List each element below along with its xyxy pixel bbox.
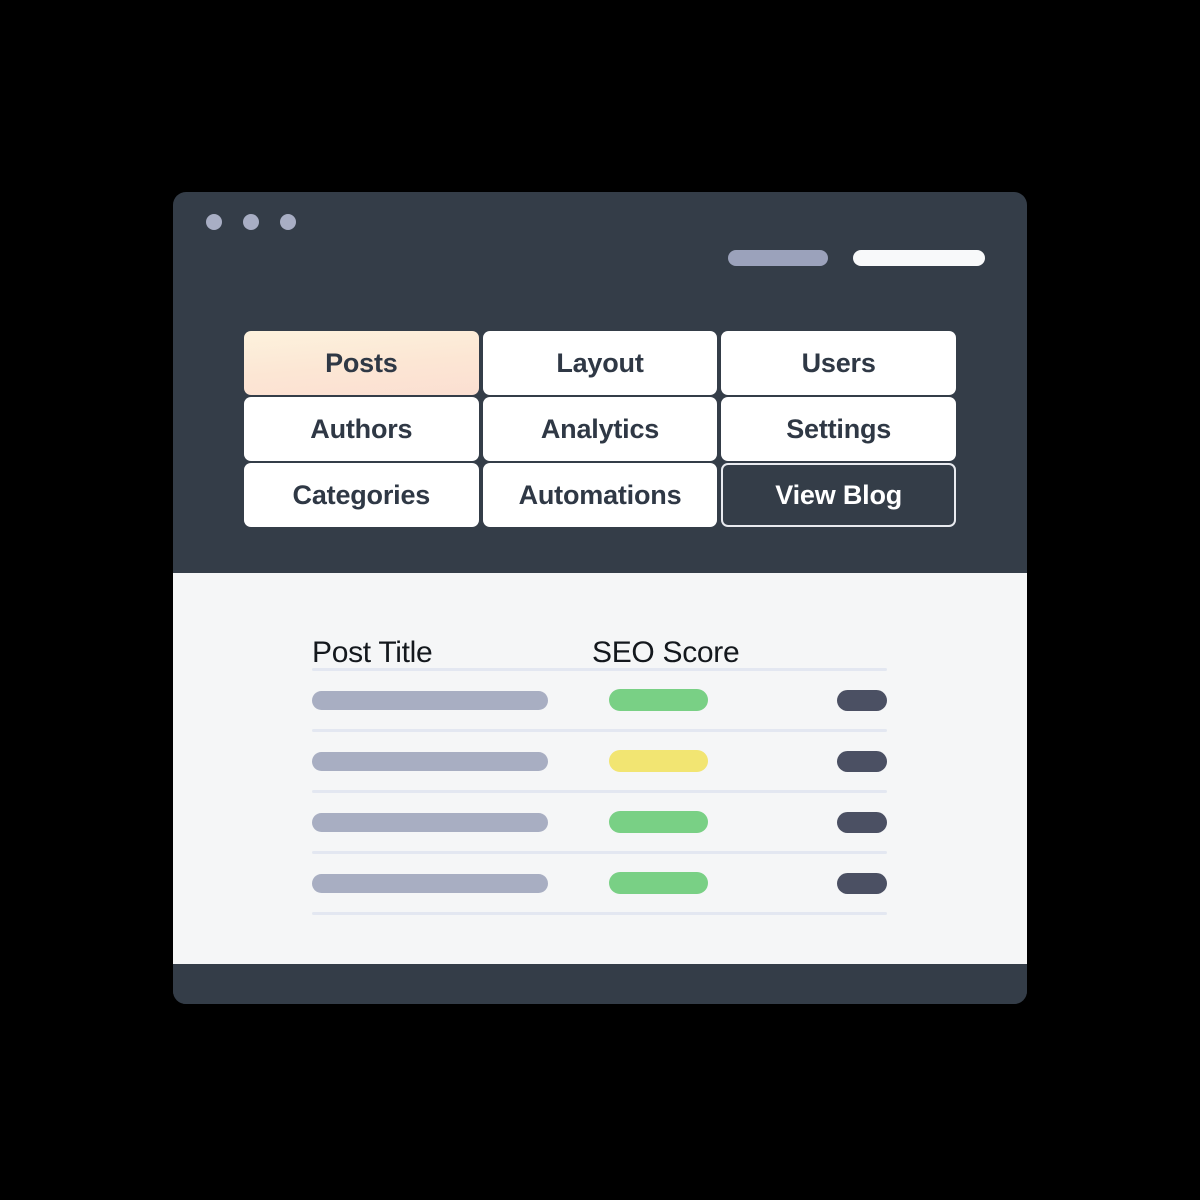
seo-score-bar-warn bbox=[609, 750, 708, 772]
window-minimize-dot-icon[interactable] bbox=[243, 214, 259, 230]
nav-item-categories[interactable]: Categories bbox=[244, 463, 479, 527]
nav-label-authors: Authors bbox=[310, 413, 413, 444]
cell-post-title bbox=[312, 873, 609, 893]
post-title-placeholder-bar bbox=[312, 873, 548, 893]
search-pill[interactable] bbox=[853, 250, 985, 266]
post-title-placeholder-bar bbox=[312, 751, 548, 771]
nav-label-users: Users bbox=[801, 347, 876, 378]
row-action-button[interactable] bbox=[837, 872, 887, 894]
window-title-bar bbox=[173, 192, 1027, 252]
seo-score-bar-good bbox=[609, 872, 708, 894]
post-title-placeholder-bar bbox=[312, 812, 548, 832]
nav-label-settings: Settings bbox=[786, 413, 892, 444]
nav-label-categories: Categories bbox=[292, 479, 431, 510]
nav-item-users[interactable]: Users bbox=[721, 331, 956, 395]
seo-score-bar-good bbox=[609, 689, 708, 711]
column-header-post-title: Post Title bbox=[312, 636, 433, 669]
column-header-seo-score: SEO Score bbox=[592, 636, 740, 669]
nav-item-settings[interactable]: Settings bbox=[721, 397, 956, 461]
cell-seo-score bbox=[609, 811, 837, 833]
window-controls bbox=[206, 214, 296, 230]
window-maximize-dot-icon[interactable] bbox=[280, 214, 296, 230]
table-row-divider bbox=[312, 912, 887, 915]
nav-label-posts: Posts bbox=[325, 347, 398, 378]
top-bar-pills bbox=[728, 250, 985, 266]
window-footer-bar bbox=[173, 964, 1027, 1004]
cell-post-title bbox=[312, 751, 609, 771]
cell-row-action bbox=[837, 750, 887, 772]
content-area: Post Title SEO Score bbox=[173, 573, 1027, 964]
table-row[interactable] bbox=[312, 793, 887, 851]
row-action-button[interactable] bbox=[837, 689, 887, 711]
nav-item-layout[interactable]: Layout bbox=[482, 331, 718, 395]
cell-post-title bbox=[312, 812, 609, 832]
nav-label-automations: Automations bbox=[518, 479, 682, 510]
nav-label-analytics: Analytics bbox=[540, 413, 660, 444]
row-action-button[interactable] bbox=[837, 750, 887, 772]
table-row[interactable] bbox=[312, 854, 887, 912]
nav-item-analytics[interactable]: Analytics bbox=[482, 397, 718, 461]
cell-row-action bbox=[837, 689, 887, 711]
cell-seo-score bbox=[609, 872, 837, 894]
browser-window: Posts Layout Users Authors Analytics Set… bbox=[173, 192, 1027, 1004]
nav-label-layout: Layout bbox=[556, 347, 644, 378]
nav-item-automations[interactable]: Automations bbox=[482, 463, 718, 527]
cell-seo-score bbox=[609, 750, 837, 772]
cell-row-action bbox=[837, 811, 887, 833]
row-action-button[interactable] bbox=[837, 811, 887, 833]
screenshot-stage: Posts Layout Users Authors Analytics Set… bbox=[0, 0, 1200, 1200]
nav-item-view-blog[interactable]: View Blog bbox=[721, 463, 956, 527]
table-row[interactable] bbox=[312, 671, 887, 729]
cell-seo-score bbox=[609, 689, 837, 711]
post-title-placeholder-bar bbox=[312, 690, 548, 710]
nav-label-view-blog: View Blog bbox=[775, 479, 903, 510]
nav-item-posts[interactable]: Posts bbox=[244, 331, 479, 395]
posts-table: Post Title SEO Score bbox=[312, 612, 887, 915]
table-row[interactable] bbox=[312, 732, 887, 790]
window-close-dot-icon[interactable] bbox=[206, 214, 222, 230]
cell-row-action bbox=[837, 872, 887, 894]
nav-item-authors[interactable]: Authors bbox=[244, 397, 479, 461]
seo-score-bar-good bbox=[609, 811, 708, 833]
cell-post-title bbox=[312, 690, 609, 710]
account-pill[interactable] bbox=[728, 250, 828, 266]
nav-grid: Posts Layout Users Authors Analytics Set… bbox=[242, 330, 958, 528]
table-header-row: Post Title SEO Score bbox=[312, 612, 887, 668]
